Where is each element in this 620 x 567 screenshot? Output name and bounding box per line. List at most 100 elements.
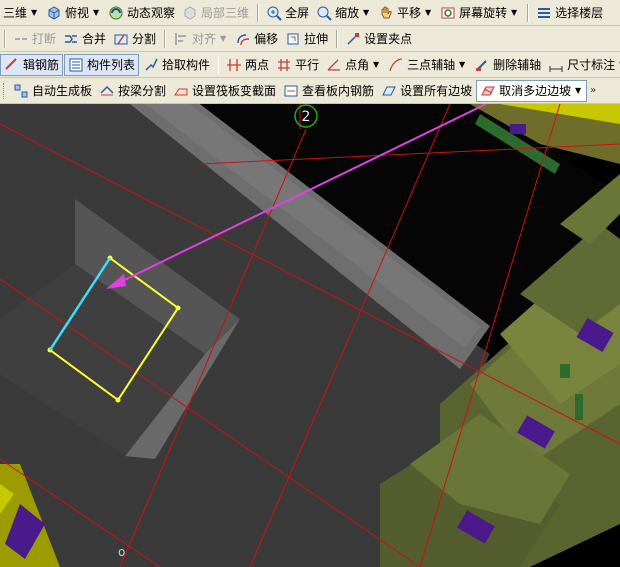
chevron-down-icon[interactable]: ▼ <box>29 8 39 17</box>
view-toolbar: 三维 ▼ 俯视 ▼ 动态观察 局部三维 全屏 缩放 ▼ 平移 ▼ 屏幕旋转 ▼ 选择楼层 <box>0 0 620 26</box>
tb3-button-4[interactable]: 平行 <box>273 54 322 76</box>
grip-point-icon <box>345 31 361 47</box>
tb4-button-3[interactable]: 查看板内钢筋 <box>280 80 377 102</box>
set-slopes-icon <box>381 83 397 99</box>
slab-toolbar: 自动生成板 按梁分割 设置筏板变截面 查看板内钢筋 设置所有边坡 取消多边边坡 ▼» <box>0 78 620 104</box>
toolbar-separator <box>336 29 339 48</box>
tb4-button-0[interactable]: 自动生成板 <box>10 80 95 102</box>
merge-icon <box>63 31 79 47</box>
delete-axis-icon <box>474 57 490 73</box>
two-point-axis-icon <box>226 57 242 73</box>
local-3d-icon <box>182 5 198 21</box>
tb2-button-5[interactable]: 拉伸 <box>282 28 331 50</box>
break-icon <box>13 31 29 47</box>
pan-hand-icon <box>378 5 394 21</box>
tb1-button-2[interactable]: 动态观察 <box>105 2 178 24</box>
tb1-button-0[interactable]: 三维 ▼ <box>0 2 42 24</box>
three-point-axis-icon <box>388 57 404 73</box>
chevron-down-icon[interactable]: ▼ <box>218 34 228 43</box>
button-label: 动态观察 <box>127 6 176 20</box>
button-label: 自动生成板 <box>32 84 93 98</box>
tb1-button-5[interactable]: 缩放 ▼ <box>313 2 374 24</box>
svg-text:o: o <box>118 545 125 559</box>
tb1-button-3: 局部三维 <box>179 2 252 24</box>
cancel-slopes-icon <box>480 83 496 99</box>
tb4-button-1[interactable]: 按梁分割 <box>96 80 169 102</box>
tb3-button-1[interactable]: 构件列表 <box>64 53 140 76</box>
button-label: 平行 <box>295 58 320 72</box>
tb3-button-6[interactable]: 三点辅轴 ▼ <box>385 54 470 76</box>
tb4-button-4[interactable]: 设置所有边坡 <box>378 80 475 102</box>
button-label: 平移 <box>397 6 422 20</box>
tb4-button-2[interactable]: 设置筏板变截面 <box>170 80 279 102</box>
component-list-icon <box>68 57 84 73</box>
tb3-button-2[interactable]: 拾取构件 <box>140 54 213 76</box>
tb2-button-1[interactable]: 合并 <box>60 28 109 50</box>
button-label: 拾取构件 <box>162 58 211 72</box>
offset-icon <box>235 31 251 47</box>
button-label: 屏幕旋转 <box>459 6 508 20</box>
button-label: 取消多边边坡 <box>499 84 572 98</box>
chevron-down-icon[interactable]: ▼ <box>423 8 433 17</box>
button-label: 全屏 <box>285 6 310 20</box>
toolbar-grip[interactable] <box>3 82 7 99</box>
button-label: 删除辅轴 <box>493 58 542 72</box>
tb3-button-3[interactable]: 两点 <box>223 54 272 76</box>
button-label: 设置筏板变截面 <box>192 84 277 98</box>
axis-toolbar: 辑钢筋构件列表拾取构件两点平行点角▼三点辅轴▼删除辅轴尺寸标注▼ <box>0 52 620 78</box>
chevron-down-icon[interactable]: ▼ <box>91 8 101 17</box>
point-angle-icon <box>326 57 342 73</box>
tb2-button-4[interactable]: 偏移 <box>232 28 281 50</box>
button-label: 对齐 <box>192 32 217 46</box>
tb3-button-5[interactable]: 点角 ▼ <box>323 54 384 76</box>
button-label: 三维 <box>3 6 28 20</box>
cube-icon <box>46 5 62 21</box>
button-label: 打断 <box>32 32 57 46</box>
button-label: 按梁分割 <box>118 84 167 98</box>
edit-rebar-icon <box>4 57 20 73</box>
tb2-button-2[interactable]: 分割 <box>110 28 159 50</box>
tb1-button-6[interactable]: 平移 ▼ <box>375 2 436 24</box>
tb1-button-1[interactable]: 俯视 ▼ <box>43 2 104 24</box>
toolbar-separator <box>164 29 167 48</box>
button-label: 拉伸 <box>304 32 329 46</box>
chevron-down-icon[interactable]: ▼ <box>573 86 583 95</box>
chevron-down-icon[interactable]: ▼ <box>509 8 519 17</box>
tb2-button-0: 打断 <box>10 28 59 50</box>
split-by-beam-icon <box>99 83 115 99</box>
toolbar-separator <box>218 55 220 74</box>
tb2-button-3: 对齐 ▼ <box>170 28 231 50</box>
button-label: 点角 <box>345 58 370 72</box>
toolbar-separator <box>4 29 6 48</box>
button-label: 局部三维 <box>201 6 250 20</box>
zoom-icon <box>316 5 332 21</box>
toolbar-separator <box>257 3 260 22</box>
button-label: 偏移 <box>254 32 279 46</box>
tb3-button-8[interactable]: 尺寸标注▼ <box>545 54 620 76</box>
button-label: 两点 <box>245 58 270 72</box>
tb2-button-6[interactable]: 设置夹点 <box>342 28 415 50</box>
button-label: 选择楼层 <box>555 6 604 20</box>
tb1-button-8[interactable]: 选择楼层 <box>533 2 606 24</box>
tb3-button-0[interactable]: 辑钢筋 <box>0 53 64 76</box>
chevron-down-icon[interactable]: ▼ <box>361 8 371 17</box>
button-label: 分割 <box>132 32 157 46</box>
tb1-button-7[interactable]: 屏幕旋转 ▼ <box>437 2 522 24</box>
stretch-icon <box>285 31 301 47</box>
parallel-axis-icon <box>276 57 292 73</box>
chevron-down-icon[interactable]: ▼ <box>371 60 381 69</box>
chevron-down-icon[interactable]: ▼ <box>457 60 467 69</box>
view-slab-rebar-icon <box>283 83 299 99</box>
zoom-fullscreen-icon <box>266 5 282 21</box>
align-icon <box>173 31 189 47</box>
toolbar-overflow-icon[interactable]: » <box>590 85 596 96</box>
dimension-icon <box>548 57 564 73</box>
button-label: 设置所有边坡 <box>400 84 473 98</box>
tb4-button-5[interactable]: 取消多边边坡 ▼ <box>476 79 588 102</box>
tb1-button-4[interactable]: 全屏 <box>263 2 312 24</box>
3d-drawing-canvas[interactable]: 2 o <box>0 104 620 567</box>
button-label: 尺寸标注 <box>567 58 616 72</box>
tb3-button-7[interactable]: 删除辅轴 <box>471 54 544 76</box>
floor-select-icon <box>536 5 552 21</box>
button-label: 构件列表 <box>87 58 136 72</box>
